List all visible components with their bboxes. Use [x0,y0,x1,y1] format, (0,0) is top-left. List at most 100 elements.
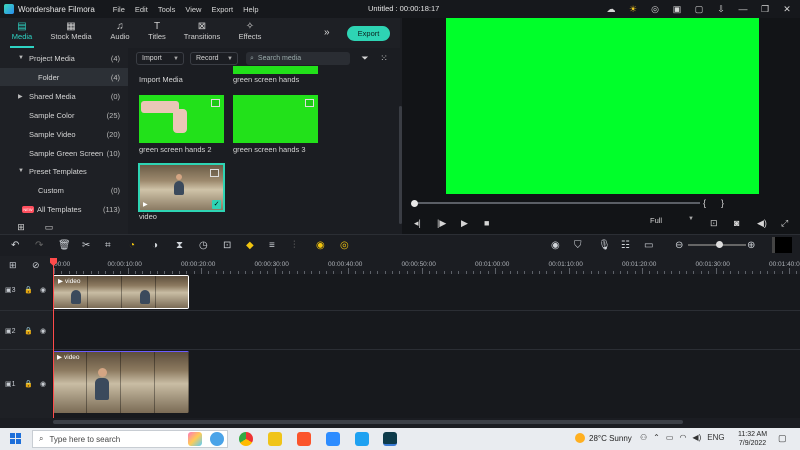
play-icon[interactable]: ▶ [461,218,468,229]
wifi-icon[interactable]: ◠ [679,433,686,442]
sidebar-item-all-templates[interactable]: NEW All Templates (113) [0,200,128,218]
snapshot-icon[interactable]: ◙ [734,218,739,228]
eye-icon[interactable]: ◉ [40,327,46,335]
download-icon[interactable]: ⇩ [714,2,728,16]
windows-start-icon[interactable] [10,433,22,445]
volume-icon[interactable]: ◀) [757,218,767,229]
panel-toggle-icon[interactable] [772,237,792,253]
redo-icon[interactable]: ↷ [35,240,43,251]
maximize-icon[interactable]: ❐ [758,2,772,16]
link-icon[interactable]: ⊘ [32,260,40,271]
zoom-app-icon[interactable] [326,432,340,446]
menu-edit[interactable]: Edit [135,5,148,14]
adjust-icon[interactable]: ≡ [269,240,275,251]
timeline-ruler[interactable]: 00:00 00:00:10:00 00:00:20:00 00:00:30:00 00… [52,256,800,274]
tab-transitions[interactable]: ⊠ Transitions [180,21,224,41]
mark-out-icon[interactable]: } [721,198,724,208]
grid-view-icon[interactable]: ⁙ [377,51,391,65]
minimize-icon[interactable]: — [736,2,750,16]
speed-icon[interactable]: ◔ [129,240,135,251]
mic-icon[interactable]: 🎙 [598,240,611,251]
sidebar-item-sample-color[interactable]: Sample Color (25) [0,106,128,124]
import-dropdown[interactable]: Import ▼ [136,52,184,65]
expand-down-icon[interactable]: ▼ [18,168,24,174]
mark-in-icon[interactable]: { [703,198,706,208]
taskbar-clock[interactable]: 11:32 AM 7/9/2022 [738,430,767,448]
motion-track-icon[interactable]: ◉ [316,240,325,251]
render-icon[interactable]: ◉ [551,240,560,251]
tab-effects[interactable]: ✧ Effects [230,21,270,41]
record-dropdown[interactable]: Record ▼ [190,52,238,65]
sidebar-item-preset-templates[interactable]: ▼ Preset Templates [0,162,128,180]
notification-icon[interactable]: ▢ [692,2,706,16]
eye-icon[interactable]: ◉ [40,380,46,388]
weather-widget[interactable]: 28°C Sunny [575,433,632,443]
search-media-input[interactable]: ⌕ Search media [246,52,350,65]
add-track-icon[interactable]: ⊞ [9,260,17,271]
sidebar-item-shared-media[interactable]: ▶ Shared Media (0) [0,87,128,105]
fullscreen-icon[interactable]: ⤢ [781,218,788,229]
lock-icon[interactable]: 🔒 [24,327,33,335]
prev-frame-icon[interactable]: ◂| [414,218,421,229]
marker-icon[interactable]: ⛉ [574,240,582,251]
audio-wave-icon[interactable]: ⫶ [293,240,296,251]
media-thumb-green-screen-hands[interactable] [233,66,318,74]
expand-down-icon[interactable]: ▼ [18,55,24,61]
menu-view[interactable]: View [185,5,201,14]
tab-stock-media[interactable]: ▦ Stock Media [50,21,92,41]
duration-icon[interactable]: ◷ [199,240,208,251]
lock-icon[interactable]: 🔒 [24,286,33,294]
close-icon[interactable]: ✕ [780,2,794,16]
lock-icon[interactable]: 🔒 [24,380,33,388]
sidebar-item-project-media[interactable]: ▼ Project Media (4) [0,49,128,67]
language-indicator[interactable]: ENG [707,433,724,442]
store-icon[interactable] [355,432,369,446]
tab-titles[interactable]: T Titles [137,21,177,41]
auto-highlight-icon[interactable]: ◎ [340,240,349,251]
widgets-icon[interactable] [188,432,202,446]
mixer-icon[interactable]: ☷ [621,240,630,251]
edge-icon[interactable] [210,432,224,446]
timeline-clip-video-track3[interactable]: ▶ video [53,275,189,309]
speaker-icon[interactable]: ◀) [692,433,701,442]
support-icon[interactable]: ◎ [648,2,662,16]
media-thumb-video[interactable]: ▶ ✓ [138,163,225,212]
stabilize-icon[interactable]: ⧗ [176,240,183,251]
menu-file[interactable]: File [113,5,125,14]
folder-icon[interactable]: ▭ [42,220,56,234]
playhead[interactable] [53,262,54,418]
delete-icon[interactable]: 🗑 [58,240,71,251]
subtitle-icon[interactable]: ▭ [644,240,653,251]
sidebar-item-sample-green-screen[interactable]: Sample Green Screen (10) [0,144,128,162]
network-icon[interactable]: ▭ [666,433,674,442]
chrome-icon[interactable] [239,432,253,446]
notifications-icon[interactable]: ▢ [778,433,787,444]
zoom-out-icon[interactable]: ⊖ [675,240,683,251]
filmora-taskbar-icon[interactable] [383,432,397,446]
media-thumb-green-screen-hands-3[interactable] [233,95,318,143]
stop-icon[interactable]: ■ [484,218,489,228]
menu-help[interactable]: Help [243,5,258,14]
export-button[interactable]: Export [347,26,390,41]
color-icon[interactable]: ◑ [152,240,158,251]
timeline-clip-video-track1[interactable]: ▶ video [53,351,189,413]
eye-icon[interactable]: ◉ [40,286,46,294]
chevron-up-icon[interactable]: ⌃ [653,433,660,442]
more-tabs-icon[interactable]: » [324,27,330,38]
save-icon[interactable]: ▣ [670,2,684,16]
zoom-in-icon[interactable]: ⊕ [747,240,755,251]
tab-audio[interactable]: ♫ Audio [100,21,140,41]
timeline-horizontal-scrollbar[interactable] [53,420,683,424]
cut-icon[interactable]: ✂ [82,240,90,251]
crop-icon[interactable]: ⌗ [105,240,111,251]
render-preview-icon[interactable]: ⊡ [710,218,718,229]
file-explorer-icon[interactable] [268,432,282,446]
zoom-slider-knob[interactable] [716,241,723,248]
preview-scrubber[interactable] [412,202,700,204]
expand-right-icon[interactable]: ▶ [18,93,23,100]
sidebar-item-sample-video[interactable]: Sample Video (20) [0,125,128,143]
idea-icon[interactable]: ☀ [626,2,640,16]
sidebar-item-custom[interactable]: Custom (0) [0,181,128,199]
cloud-icon[interactable]: ☁ [604,2,618,16]
menu-export[interactable]: Export [211,5,233,14]
